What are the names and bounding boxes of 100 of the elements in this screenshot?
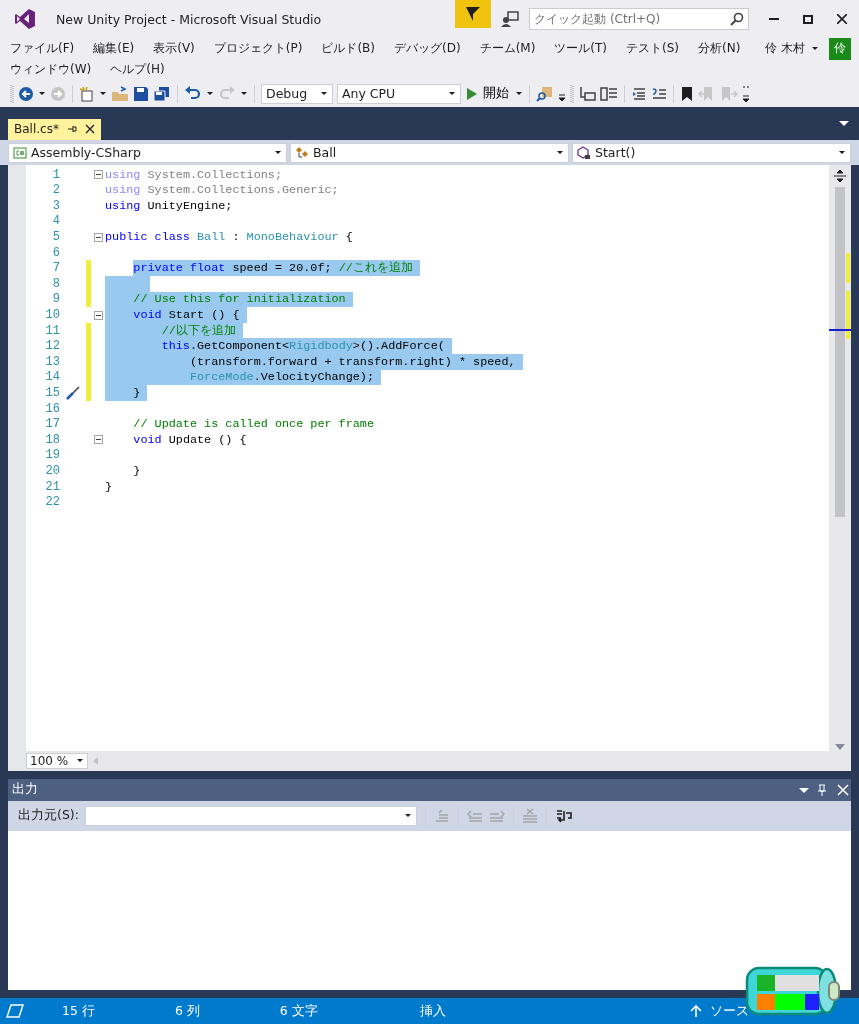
menu-item[interactable]: プロジェクト(P) bbox=[213, 40, 303, 57]
line-number: 12 bbox=[44, 339, 61, 354]
panel-title: 出力 bbox=[12, 781, 39, 799]
caret-icon[interactable] bbox=[38, 89, 46, 98]
window-title: New Unity Project - Microsoft Visual Studio bbox=[55, 11, 323, 27]
code-line: } bbox=[132, 463, 141, 479]
maximize-icon bbox=[803, 14, 814, 24]
account-name[interactable]: 伶 木村 bbox=[765, 40, 805, 57]
collapse-icon[interactable] bbox=[93, 310, 103, 320]
close-icon[interactable] bbox=[84, 124, 95, 135]
menu-item[interactable]: ウィンドウ(W) bbox=[10, 61, 92, 78]
caret-icon[interactable] bbox=[206, 89, 214, 98]
caret-icon[interactable] bbox=[799, 785, 809, 794]
code-line: public class Ball : MonoBehaviour { bbox=[105, 229, 353, 245]
menu-item[interactable]: 表示(V) bbox=[153, 40, 195, 57]
line-number: 17 bbox=[44, 417, 61, 432]
undo-icon[interactable] bbox=[184, 85, 202, 102]
caret-icon[interactable] bbox=[99, 89, 107, 98]
code-line: using UnityEngine; bbox=[105, 198, 233, 214]
collapse-icon[interactable] bbox=[93, 435, 103, 445]
quick-launch-field[interactable]: クイック起動 (Ctrl+Q) bbox=[529, 8, 750, 30]
menu-item[interactable]: チーム(M) bbox=[479, 40, 536, 57]
member-dropdown[interactable]: Start() bbox=[572, 142, 851, 163]
line-number: 15 bbox=[44, 386, 61, 400]
scroll-thumb[interactable] bbox=[835, 186, 845, 517]
close-icon[interactable] bbox=[835, 783, 851, 796]
line-number: 10 bbox=[44, 308, 61, 322]
menu-item[interactable]: ビルド(B) bbox=[321, 40, 375, 57]
step-icon[interactable] bbox=[578, 85, 596, 102]
overflow-icon[interactable] bbox=[742, 83, 750, 104]
platform-dropdown[interactable]: Any CPU bbox=[337, 83, 461, 104]
character-indicator: 6 文字 bbox=[279, 1002, 318, 1020]
caret-icon[interactable] bbox=[515, 89, 523, 98]
line-number: 9 bbox=[51, 292, 61, 307]
open-folder-icon[interactable] bbox=[111, 85, 129, 102]
collapse-icon[interactable] bbox=[93, 232, 103, 242]
line-number: 13 bbox=[44, 354, 61, 369]
close-icon bbox=[837, 14, 847, 24]
line-number: 7 bbox=[51, 261, 61, 276]
document-outline-icon[interactable] bbox=[600, 85, 618, 102]
line-number: 6 bbox=[51, 245, 61, 260]
screwdriver-icon[interactable] bbox=[66, 386, 82, 400]
line-number: 14 bbox=[44, 370, 61, 385]
minimize-icon bbox=[769, 18, 780, 20]
menu-item[interactable]: 編集(E) bbox=[93, 40, 135, 57]
type-dropdown[interactable]: Ball bbox=[290, 142, 569, 163]
save-all-icon[interactable] bbox=[153, 85, 171, 102]
code-line: using System.Collections.Generic; bbox=[105, 182, 339, 199]
line-number: 20 bbox=[44, 463, 61, 478]
find-in-files-icon[interactable] bbox=[536, 85, 554, 102]
line-number: 11 bbox=[44, 323, 61, 338]
feedback-icon[interactable] bbox=[501, 10, 520, 28]
word-wrap-icon[interactable] bbox=[554, 807, 573, 824]
collapse-icon[interactable] bbox=[93, 170, 103, 180]
filter-icon bbox=[466, 6, 481, 22]
configuration-dropdown[interactable]: Debug bbox=[261, 83, 333, 104]
comment-icon[interactable] bbox=[651, 85, 667, 102]
caret-icon bbox=[448, 89, 456, 98]
line-number: 16 bbox=[44, 401, 61, 416]
code-line: } bbox=[105, 478, 113, 495]
zoom-dropdown[interactable]: 100 % bbox=[26, 752, 88, 769]
tab-list-icon[interactable] bbox=[839, 119, 849, 128]
code-line: void Update () { bbox=[132, 431, 247, 448]
bookmark-icon[interactable] bbox=[680, 85, 694, 102]
source-control-button[interactable]: ソース bbox=[710, 1002, 749, 1020]
document-tab[interactable]: Ball.cs* bbox=[8, 118, 101, 140]
project-dropdown[interactable]: Assembly-CSharp bbox=[8, 142, 287, 163]
split-icon[interactable] bbox=[833, 168, 847, 183]
scroll-down-icon[interactable] bbox=[835, 742, 845, 751]
line-number: 19 bbox=[44, 448, 61, 463]
start-button[interactable]: 開始 bbox=[465, 85, 511, 102]
line-number: 5 bbox=[51, 230, 61, 245]
save-icon[interactable] bbox=[133, 85, 149, 102]
upload-icon[interactable] bbox=[690, 1004, 702, 1019]
output-source-label: 出力元(S): bbox=[18, 807, 79, 825]
indent-icon[interactable] bbox=[631, 85, 647, 102]
user-avatar[interactable]: 伶 bbox=[829, 37, 851, 60]
insert-mode-indicator: 挿入 bbox=[419, 1002, 446, 1020]
back-icon[interactable] bbox=[18, 85, 34, 102]
line-indicator: 15 行 bbox=[62, 1002, 95, 1020]
pin-icon[interactable] bbox=[66, 124, 77, 135]
caret-icon[interactable] bbox=[240, 89, 248, 98]
project-icon bbox=[13, 145, 27, 160]
notification-button[interactable] bbox=[455, 0, 492, 28]
play-icon bbox=[467, 87, 477, 100]
menu-item[interactable]: ヘルプ(H) bbox=[110, 61, 165, 78]
vs-logo-icon bbox=[14, 8, 36, 30]
menu-item[interactable]: デバッグ(D) bbox=[394, 40, 461, 57]
pin-icon[interactable] bbox=[817, 783, 827, 796]
search-icon bbox=[730, 12, 745, 26]
menu-item[interactable]: 分析(N) bbox=[698, 40, 741, 57]
toolbar-grip-icon bbox=[10, 83, 14, 104]
menu-item[interactable]: ツール(T) bbox=[554, 40, 608, 57]
caret-icon[interactable] bbox=[811, 44, 819, 53]
toolbar-grip-icon bbox=[570, 83, 574, 104]
menu-item[interactable]: ファイル(F) bbox=[10, 40, 75, 57]
class-icon bbox=[295, 145, 309, 160]
line-number: 18 bbox=[44, 432, 61, 447]
code-line: // Update is called once per frame bbox=[132, 416, 374, 432]
menu-item[interactable]: テスト(S) bbox=[626, 40, 680, 57]
